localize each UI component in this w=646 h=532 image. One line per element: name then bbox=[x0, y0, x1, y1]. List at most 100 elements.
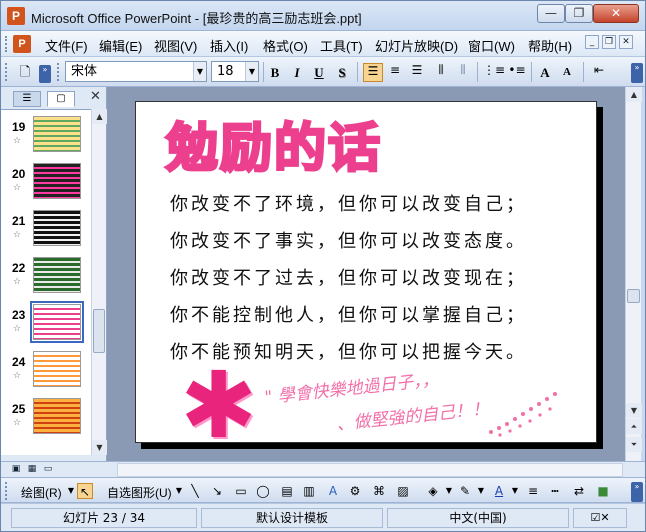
line-tool-icon[interactable]: ╲ bbox=[187, 483, 203, 499]
arrow-tool-icon[interactable]: ↘ bbox=[209, 483, 225, 499]
new-document-icon[interactable]: 🗋 bbox=[15, 63, 35, 82]
slide-thumbnail[interactable] bbox=[33, 257, 81, 293]
slide-thumbnail-row[interactable]: 19 ☆ bbox=[1, 114, 91, 160]
font-name-combo[interactable]: 宋体 ▼ bbox=[65, 61, 207, 82]
chevron-down-icon[interactable]: ▼ bbox=[507, 483, 523, 499]
scroll-down-icon[interactable]: ▼ bbox=[92, 440, 107, 455]
vertical-text-box-icon[interactable]: ▥ bbox=[301, 483, 317, 499]
shadow-style-icon[interactable]: ■ bbox=[595, 483, 611, 499]
chevron-down-icon[interactable]: ▼ bbox=[473, 483, 489, 499]
align-left-icon[interactable]: ☰ bbox=[363, 63, 383, 82]
diagram-icon[interactable]: ⚙ bbox=[347, 483, 363, 499]
chevron-down-icon[interactable]: ▼ bbox=[245, 62, 258, 81]
numbered-list-icon[interactable]: ⋮≡ bbox=[483, 63, 505, 82]
powerpoint-app-icon[interactable]: P bbox=[7, 7, 25, 25]
arrow-style-icon[interactable]: ⇄ bbox=[571, 483, 587, 499]
increase-font-size-button[interactable]: A bbox=[535, 63, 555, 82]
slide-thumbnail-row[interactable]: 25 ☆ bbox=[1, 396, 91, 442]
normal-view-icon[interactable]: ▣ bbox=[9, 463, 23, 476]
slide-vertical-scrollbar[interactable]: ▲ ▼ ⏶ ⏷ bbox=[625, 87, 642, 461]
menu-help[interactable]: 帮助(H) bbox=[528, 36, 572, 55]
font-size-combo[interactable]: 18 ▼ bbox=[211, 61, 259, 82]
menu-insert[interactable]: 插入(I) bbox=[210, 36, 248, 55]
select-objects-icon[interactable]: ↖ bbox=[77, 483, 93, 499]
scrollbar-thumb[interactable] bbox=[627, 289, 640, 303]
slide-thumbnail-row[interactable]: 21 ☆ bbox=[1, 208, 91, 254]
menu-format[interactable]: 格式(O) bbox=[263, 36, 308, 55]
menu-grip-handle[interactable] bbox=[5, 36, 8, 52]
next-slide-icon[interactable]: ⏷ bbox=[626, 437, 642, 452]
thumbnail-scrollbar[interactable]: ▲ ▼ bbox=[91, 109, 107, 455]
minimize-button[interactable]: — bbox=[537, 4, 565, 23]
current-slide[interactable]: 勉励的话 你改变不了环境，但你可以改变自己； 你改变不了事实，但你可以改变态度。… bbox=[135, 101, 597, 452]
format-toolbar-grip-handle[interactable] bbox=[57, 63, 60, 81]
autoshapes-menu-button[interactable]: 自选图形(U) bbox=[107, 484, 172, 501]
thumbnail-list[interactable]: 19 ☆ 20 ☆ 21 ☆ 22 ☆ 23 ☆ 24 ☆ 25 ☆ bbox=[1, 109, 91, 455]
slide-body-line[interactable]: 你改变不了环境，但你可以改变自己； bbox=[170, 190, 527, 216]
slide-body-line[interactable]: 你不能控制他人，但你可以掌握自己； bbox=[170, 301, 527, 327]
close-icon[interactable]: ✕ bbox=[90, 89, 101, 104]
slide-thumbnail[interactable] bbox=[33, 163, 81, 199]
column-layout-icon[interactable]: ⫼ bbox=[453, 63, 473, 82]
italic-button[interactable]: I bbox=[287, 63, 307, 82]
toolbar-grip-handle[interactable] bbox=[5, 63, 8, 81]
line-color-icon[interactable]: ✎ bbox=[457, 483, 473, 499]
spelling-check-icon[interactable]: ☑✕ bbox=[573, 508, 627, 528]
menu-edit[interactable]: 编辑(E) bbox=[99, 36, 142, 55]
slide-thumbnail[interactable] bbox=[33, 351, 81, 387]
slide-thumbnail[interactable] bbox=[33, 210, 81, 246]
mdi-restore-button[interactable]: ❐ bbox=[602, 35, 616, 49]
slide-thumbnail[interactable] bbox=[33, 116, 81, 152]
menu-file[interactable]: 文件(F) bbox=[45, 36, 88, 55]
menu-tools[interactable]: 工具(T) bbox=[320, 36, 363, 55]
toolbar-overflow-left-icon[interactable]: » bbox=[39, 65, 51, 83]
rectangle-tool-icon[interactable]: ▭ bbox=[233, 483, 249, 499]
slide-sorter-view-icon[interactable]: ▦ bbox=[25, 463, 39, 476]
bold-button[interactable]: B bbox=[265, 63, 285, 82]
close-button[interactable]: ✕ bbox=[593, 4, 639, 23]
bulleted-list-icon[interactable]: •≡ bbox=[507, 63, 527, 82]
tab-slides[interactable]: ▢ bbox=[47, 91, 75, 107]
slide-title[interactable]: 勉励的话 bbox=[164, 106, 382, 181]
scrollbar-thumb[interactable] bbox=[93, 309, 105, 353]
align-right-icon[interactable]: ☰ bbox=[407, 63, 427, 82]
chevron-down-icon[interactable]: ▼ bbox=[171, 483, 187, 499]
distribute-columns-icon[interactable]: ⫼ bbox=[431, 63, 451, 82]
toolbar-overflow-icon[interactable]: » bbox=[631, 63, 643, 83]
previous-slide-icon[interactable]: ⏶ bbox=[626, 419, 642, 434]
shadow-button[interactable]: S bbox=[332, 63, 352, 82]
menu-view[interactable]: 视图(V) bbox=[154, 36, 197, 55]
font-color-icon[interactable]: A bbox=[491, 483, 507, 499]
slide-thumbnail-row[interactable]: 23 ☆ bbox=[1, 301, 91, 348]
slide-thumbnail[interactable] bbox=[33, 398, 81, 434]
scroll-up-icon[interactable]: ▲ bbox=[626, 87, 642, 102]
fill-color-icon[interactable]: ◈ bbox=[425, 483, 441, 499]
chevron-down-icon[interactable]: ▼ bbox=[441, 483, 457, 499]
document-icon[interactable]: P bbox=[13, 35, 31, 53]
decrease-font-size-button[interactable]: A bbox=[557, 63, 577, 82]
mdi-minimize-button[interactable]: _ bbox=[585, 35, 599, 49]
drawing-toolbar-grip-handle[interactable] bbox=[5, 482, 8, 500]
line-style-icon[interactable]: ≡ bbox=[525, 483, 541, 499]
chevron-down-icon[interactable]: ▼ bbox=[193, 62, 206, 81]
align-center-icon[interactable]: ≡ bbox=[385, 63, 405, 82]
scroll-down-icon[interactable]: ▼ bbox=[626, 403, 642, 418]
menu-window[interactable]: 窗口(W) bbox=[468, 36, 515, 55]
menu-slideshow[interactable]: 幻灯片放映(D) bbox=[375, 36, 458, 55]
text-box-icon[interactable]: ▤ bbox=[279, 483, 295, 499]
wordart-icon[interactable]: A bbox=[325, 483, 341, 499]
insert-picture-icon[interactable]: ▨ bbox=[395, 483, 411, 499]
scroll-up-icon[interactable]: ▲ bbox=[92, 109, 107, 124]
slide-thumbnail-row[interactable]: 20 ☆ bbox=[1, 161, 91, 207]
tab-outline[interactable]: ☰ bbox=[13, 91, 41, 107]
slide-thumbnail-row[interactable]: 24 ☆ bbox=[1, 349, 91, 395]
slide-body-line[interactable]: 你改变不了过去，但你可以改变现在； bbox=[170, 264, 527, 290]
mdi-close-button[interactable]: ✕ bbox=[619, 35, 633, 49]
slide-body-line[interactable]: 你改变不了事实，但你可以改变态度。 bbox=[170, 227, 527, 253]
clip-art-icon[interactable]: ⌘ bbox=[371, 483, 387, 499]
drawing-toolbar-overflow-icon[interactable]: » bbox=[631, 482, 643, 502]
dash-style-icon[interactable]: ┅ bbox=[547, 483, 563, 499]
underline-button[interactable]: U bbox=[309, 63, 329, 82]
draw-menu-button[interactable]: 绘图(R) bbox=[21, 484, 62, 501]
slide-horizontal-scrollbar[interactable] bbox=[117, 463, 623, 477]
